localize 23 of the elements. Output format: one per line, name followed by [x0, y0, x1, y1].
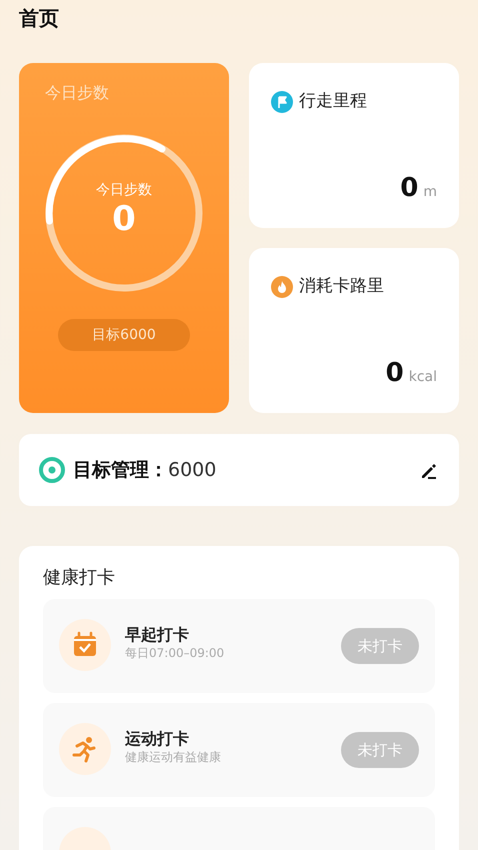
- stat-label: 消耗卡路里: [299, 275, 384, 298]
- goal-pill: 目标6000: [58, 319, 190, 351]
- checkin-subtitle: 健康运动有益健康: [125, 750, 221, 766]
- checkin-button[interactable]: 未打卡: [341, 732, 419, 768]
- stat-value: 0: [400, 172, 418, 205]
- page-title: 首页: [19, 6, 60, 32]
- ring-label: 今日步数: [96, 180, 152, 200]
- checkin-title: 早起打卡: [125, 625, 190, 646]
- target-icon: [39, 457, 65, 483]
- goal-value: 6000: [168, 458, 216, 483]
- flag-icon: [271, 90, 293, 113]
- flame-icon: [271, 276, 293, 298]
- card-title: 今日步数: [45, 82, 109, 104]
- goal-label: 目标管理：: [73, 458, 168, 483]
- stat-value: 0: [386, 357, 404, 390]
- checkin-subtitle: 每日07:00–09:00: [125, 646, 224, 662]
- step-count: 0: [112, 200, 136, 238]
- stat-unit: kcal: [408, 368, 437, 387]
- section-title: 健康打卡: [43, 566, 116, 590]
- stat-label: 行走里程: [299, 90, 367, 113]
- checkin-button[interactable]: 未打卡: [341, 628, 419, 664]
- checkin-title: 运动打卡: [125, 729, 190, 750]
- stat-unit: m: [423, 183, 437, 202]
